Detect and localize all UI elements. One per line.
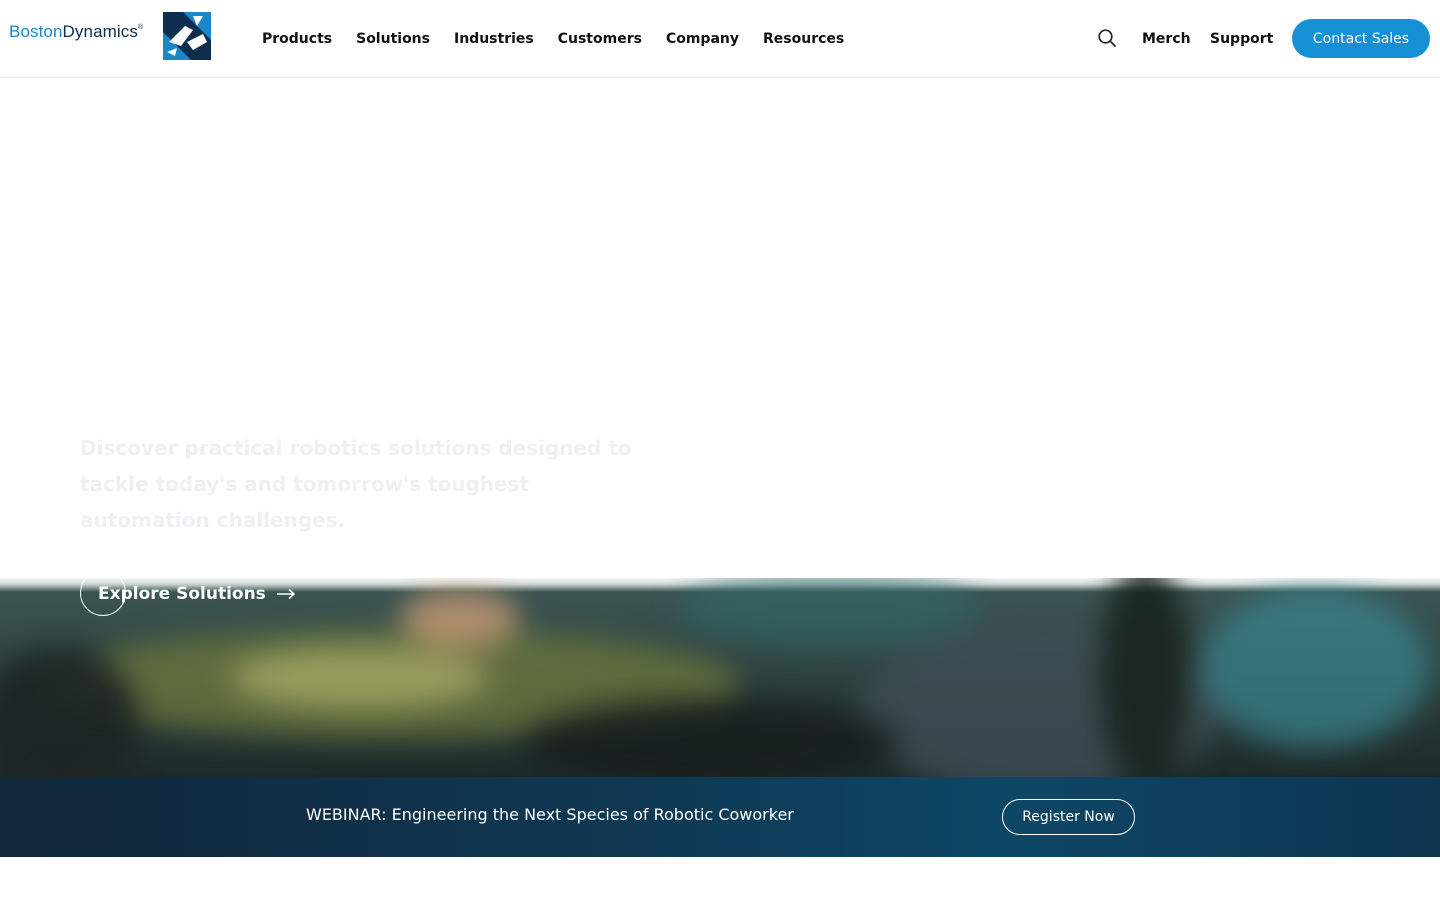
nav-solutions[interactable]: Solutions (356, 31, 430, 47)
logo-wordmark: BostonDynamics® (9, 22, 144, 41)
nav-company[interactable]: Company (666, 31, 739, 47)
boston-dynamics-logo[interactable]: BostonDynamics® (9, 12, 213, 60)
webinar-text: WEBINAR: Engineering the Next Species of… (306, 805, 794, 824)
nav-products[interactable]: Products (262, 31, 332, 47)
site-header: BostonDynamics® Products Solutions Indus… (0, 0, 1440, 78)
nav-customers[interactable]: Customers (558, 31, 642, 47)
arrow-right-icon (276, 588, 295, 600)
register-now-button[interactable]: Register Now (1002, 799, 1135, 835)
webinar-banner: WEBINAR: Engineering the Next Species of… (0, 777, 1440, 857)
explore-solutions-button[interactable]: Explore Solutions (80, 570, 296, 618)
support-link[interactable]: Support (1210, 31, 1273, 47)
hero-description: Discover practical robotics solutions de… (80, 436, 632, 532)
nav-industries[interactable]: Industries (454, 31, 534, 47)
merch-link[interactable]: Merch (1142, 31, 1191, 47)
main-nav: Products Solutions Industries Customers … (262, 31, 844, 47)
logo-mark-icon (163, 12, 211, 60)
nav-resources[interactable]: Resources (763, 31, 844, 47)
contact-sales-button[interactable]: Contact Sales (1292, 19, 1430, 58)
explore-label: Explore Solutions (98, 584, 266, 604)
search-icon[interactable] (1097, 28, 1117, 48)
